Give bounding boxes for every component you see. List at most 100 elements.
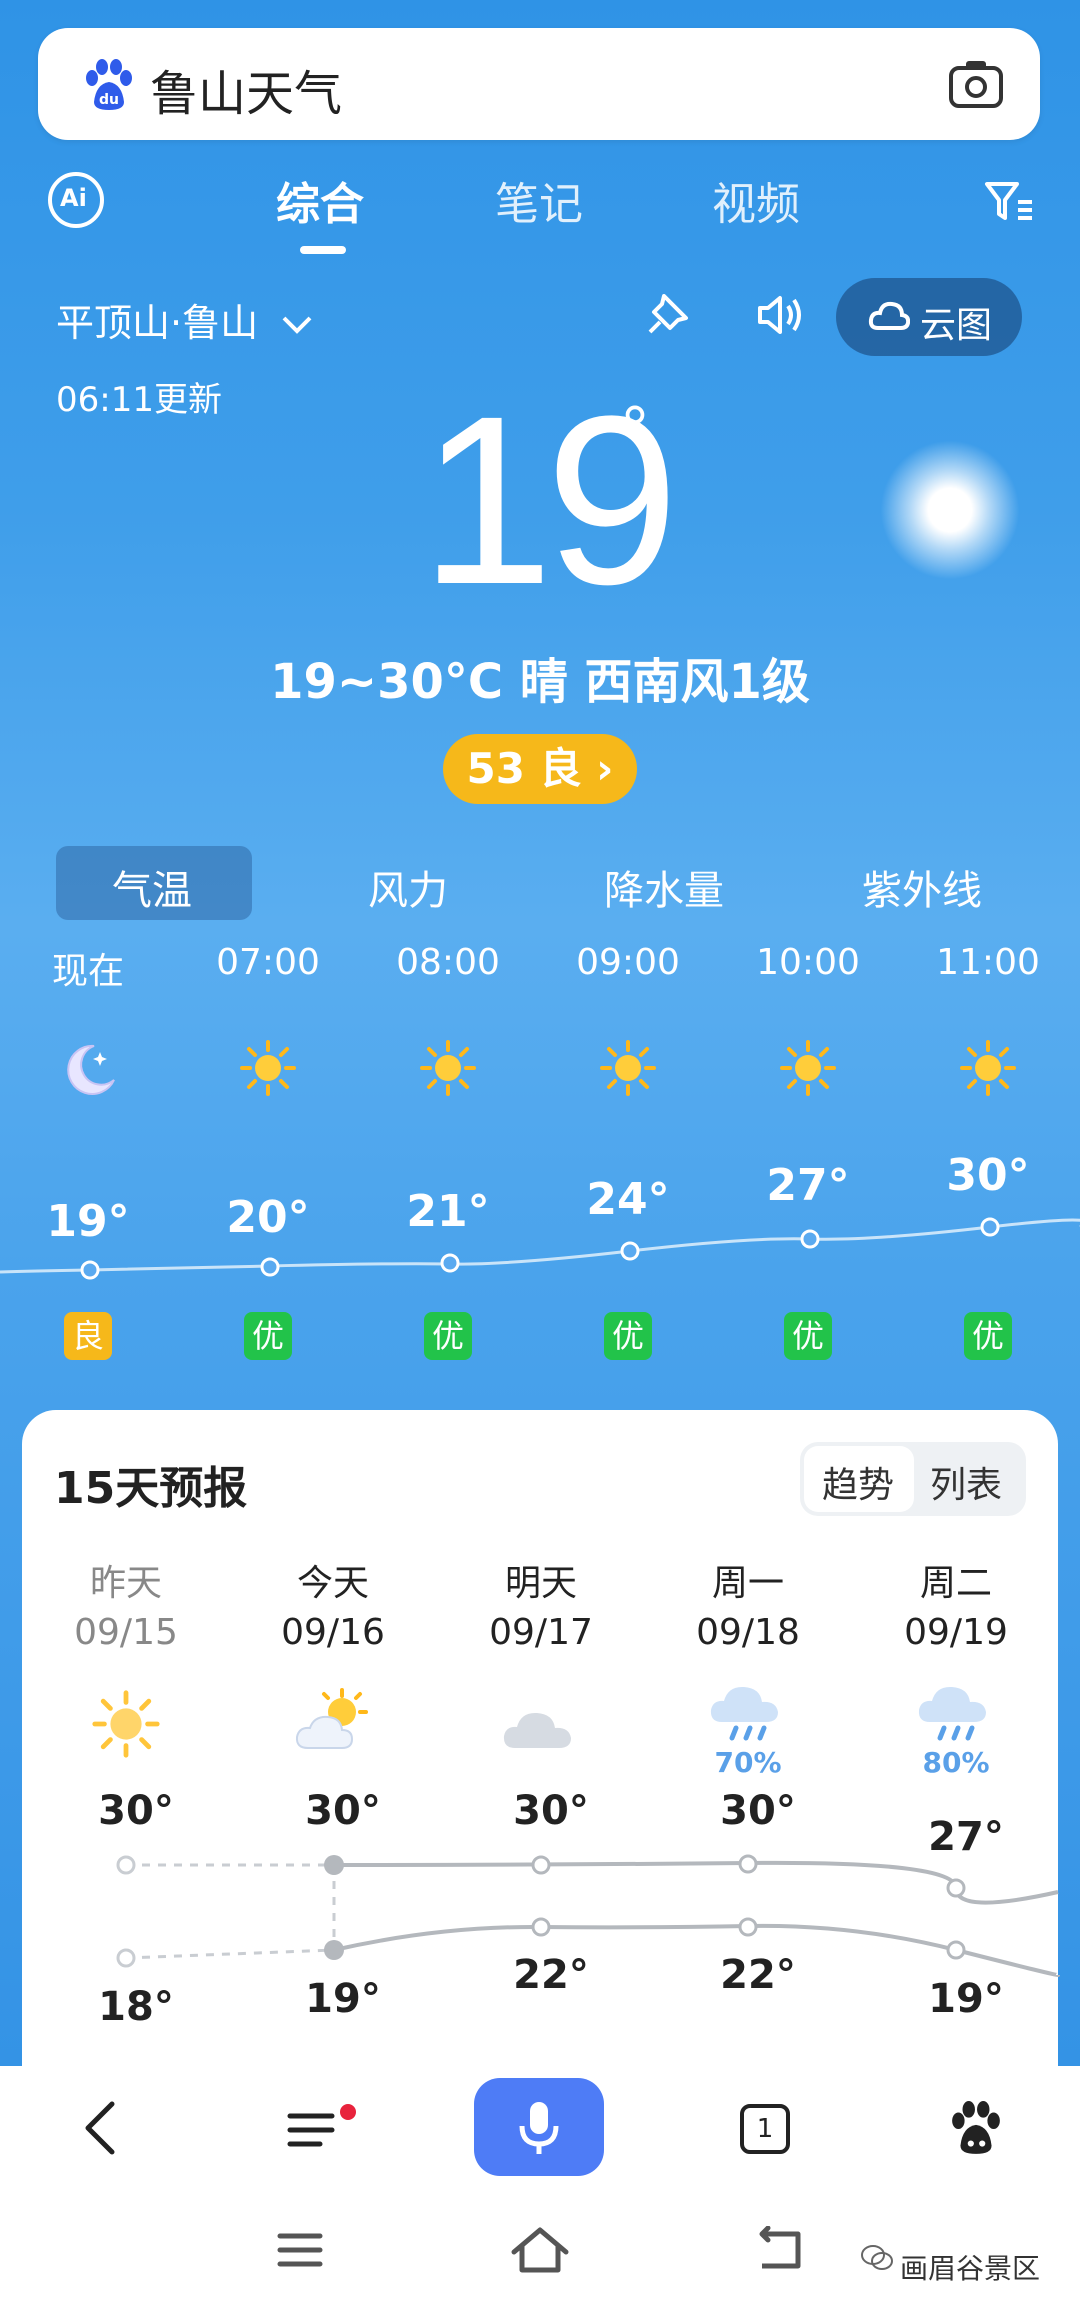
high-point — [946, 1878, 966, 1898]
forecast-date: 09/15 — [74, 1612, 178, 1653]
low-temp: 19° — [928, 1976, 1004, 2022]
air-quality-badge: 优 — [424, 1312, 472, 1360]
search-query[interactable]: 鲁山天气 — [150, 54, 342, 124]
speaker-icon[interactable] — [756, 294, 806, 336]
sun-icon — [780, 1040, 836, 1096]
high-point — [531, 1855, 551, 1875]
hourly-temp-curve — [0, 1217, 1080, 1280]
high-temp: 30° — [720, 1788, 796, 1834]
low-temp: 19° — [305, 1976, 381, 2022]
metric-tab-precipitation[interactable]: 降水量 — [604, 858, 724, 916]
hour-label: 07:00 — [216, 942, 320, 983]
sun-glow-icon — [880, 440, 1020, 580]
moon-icon — [67, 1044, 115, 1095]
high-temp: 30° — [98, 1788, 174, 1834]
back-icon[interactable] — [78, 2098, 122, 2158]
filter-icon[interactable] — [984, 180, 1034, 224]
chevron-down-icon — [282, 316, 312, 334]
forecast-date: 09/19 — [904, 1612, 1008, 1653]
cloud-map-label: 云图 — [920, 305, 993, 346]
forecast-day: 昨天 — [89, 1563, 162, 1604]
hour-label: 09:00 — [576, 942, 680, 983]
forecast-title: 15天预报 — [54, 1463, 248, 1514]
low-temp: 22° — [513, 1952, 589, 1998]
view-toggle[interactable]: 趋势 列表 — [800, 1442, 1026, 1516]
forecast-date: 09/18 — [696, 1612, 800, 1653]
cloud-icon — [503, 1712, 571, 1748]
baidu-paw-icon[interactable] — [948, 2100, 1004, 2156]
system-back-icon[interactable] — [754, 2226, 806, 2274]
hour-temp: 30° — [946, 1150, 1030, 1201]
cloud-map-icon — [868, 301, 910, 330]
low-temp: 18° — [98, 1984, 174, 2030]
hour-point — [980, 1217, 1000, 1237]
hour-point — [440, 1253, 460, 1273]
low-temp: 22° — [720, 1952, 796, 1998]
high-point — [116, 1855, 136, 1875]
sun-icon — [92, 1690, 160, 1758]
sun-icon — [420, 1040, 476, 1096]
sun-icon — [960, 1040, 1016, 1096]
low-point — [738, 1917, 758, 1937]
tab-comprehensive[interactable]: 综合 — [276, 168, 364, 232]
forecast-date: 09/16 — [281, 1612, 385, 1653]
high-point — [738, 1854, 758, 1874]
hour-label: 现在 — [51, 951, 124, 992]
pin-icon[interactable] — [646, 292, 690, 336]
sun-icon — [240, 1040, 296, 1096]
hour-label: 08:00 — [396, 942, 500, 983]
svg-text:du: du — [99, 92, 119, 108]
forecast-day: 今天 — [296, 1563, 369, 1604]
metric-tab-wind[interactable]: 风力 — [368, 858, 448, 916]
update-time: 06:11更新 — [56, 380, 222, 420]
sun-cloud-icon — [295, 1688, 368, 1749]
voice-search-button[interactable] — [474, 2078, 604, 2176]
baidu-logo-icon: du — [86, 59, 132, 110]
rain-probability: 80% — [922, 1746, 990, 1779]
weather-summary: 19~30°C 晴 西南风1级 — [270, 654, 810, 710]
rain-cloud-icon — [710, 1686, 778, 1741]
tabs-counter-button[interactable]: 1 — [740, 2104, 790, 2154]
search-bar[interactable]: du 鲁山天气 — [38, 28, 1040, 140]
camera-icon[interactable] — [948, 58, 1004, 110]
high-temp: 30° — [305, 1788, 381, 1834]
metric-tab-temperature[interactable]: 气温 — [112, 858, 192, 916]
toggle-trend[interactable]: 趋势 — [822, 1456, 894, 1508]
system-home-icon[interactable] — [510, 2226, 570, 2274]
air-quality-badge: 优 — [244, 1312, 292, 1360]
high-point — [324, 1855, 344, 1875]
system-menu-icon[interactable] — [276, 2232, 324, 2268]
hour-point — [80, 1260, 100, 1280]
sun-icon — [600, 1040, 656, 1096]
microphone-icon — [519, 2102, 559, 2154]
hour-point — [800, 1229, 820, 1249]
watermark-text: 画眉谷景区 — [900, 2252, 1041, 2285]
rain-probability: 70% — [714, 1746, 782, 1779]
low-point — [116, 1948, 136, 1968]
air-quality-badge: 优 — [604, 1312, 652, 1360]
location-label: 平顶山·鲁山 — [56, 301, 259, 345]
low-point — [531, 1917, 551, 1937]
forecast-day: 明天 — [504, 1563, 577, 1604]
forecast-day: 周一 — [711, 1563, 784, 1604]
low-point — [324, 1940, 344, 1960]
tab-notes[interactable]: 笔记 — [495, 168, 583, 232]
toggle-list[interactable]: 列表 — [930, 1456, 1002, 1508]
forecast-date: 09/17 — [489, 1612, 593, 1653]
location-selector[interactable]: 平顶山·鲁山 — [56, 292, 314, 347]
rain-cloud-icon — [918, 1686, 986, 1741]
metric-tab-uv[interactable]: 紫外线 — [862, 858, 982, 916]
tab-video[interactable]: 视频 — [712, 168, 800, 232]
forecast-day: 周二 — [919, 1563, 992, 1604]
cloud-map-button[interactable]: 云图 — [836, 278, 1022, 356]
hour-point — [620, 1241, 640, 1261]
menu-icon[interactable] — [286, 2104, 362, 2156]
hour-label: 10:00 — [756, 942, 860, 983]
aqi-badge[interactable]: 53 良 › — [443, 734, 637, 804]
ai-assistant-icon[interactable]: Ai — [48, 172, 104, 228]
high-temp: 30° — [513, 1788, 589, 1834]
wechat-icon — [861, 2245, 893, 2270]
low-point — [946, 1940, 966, 1960]
degree-symbol: ° — [620, 395, 650, 465]
air-quality-badge: 良 — [64, 1312, 112, 1360]
